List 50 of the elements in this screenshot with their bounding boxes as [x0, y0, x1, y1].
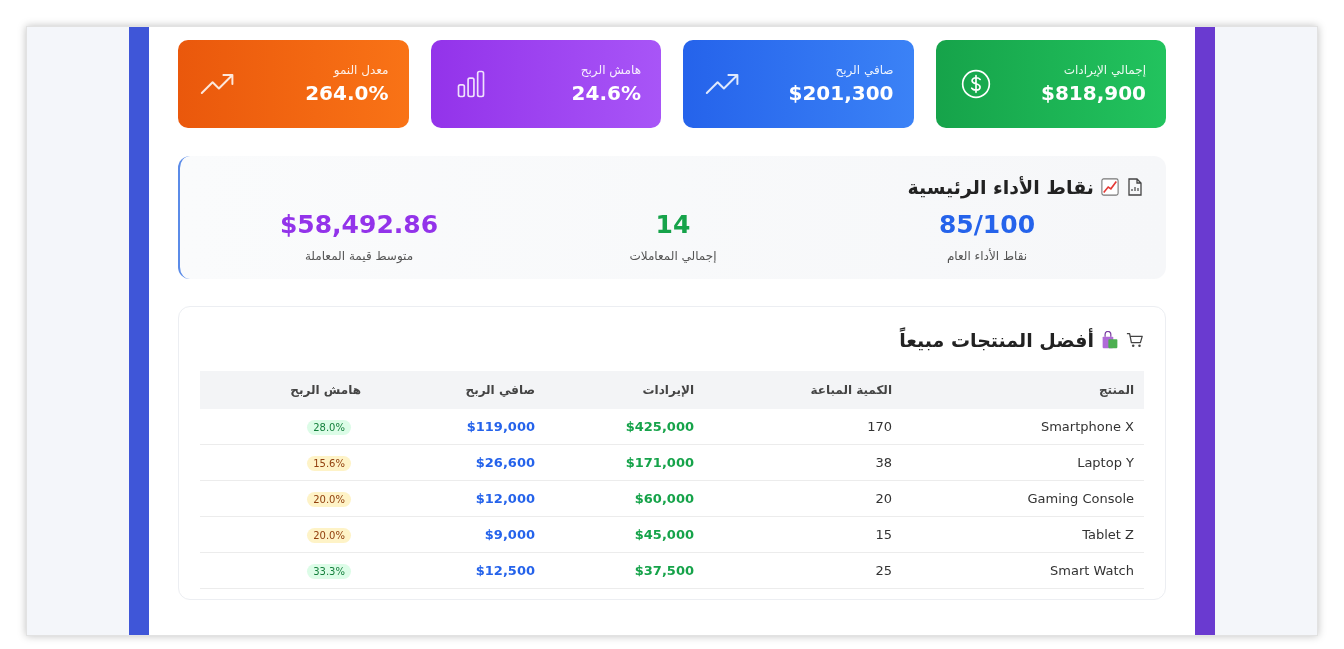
metric-label: نقاط الأداء العام	[946, 249, 1028, 263]
table-cell: 38	[704, 444, 902, 481]
stat-value: 264.0%	[305, 81, 389, 105]
column-header: المنتج	[902, 371, 1144, 409]
column-header: صافي الربح	[371, 371, 545, 409]
table-cell: 170	[704, 409, 902, 445]
metric-value: 14	[655, 210, 691, 239]
chart-increasing-icon	[1101, 178, 1119, 196]
table-cell: $425,000	[545, 409, 704, 445]
table-cell: Gaming Console	[902, 480, 1144, 517]
table-cell: $26,600	[371, 444, 545, 481]
metric-value: 85/100	[938, 210, 1036, 239]
table-cell: $119,000	[371, 409, 545, 445]
margin-badge: 33.3%	[307, 564, 351, 579]
table-cell: Laptop Y	[902, 444, 1144, 481]
table-cell: $37,500	[545, 552, 704, 589]
column-header: هامش الربح	[200, 371, 371, 409]
panel-title: نقاط الأداء الرئيسية	[907, 176, 1094, 198]
margin-badge: 15.6%	[307, 456, 351, 471]
table-cell: $9,000	[371, 516, 545, 553]
table-cell: 20	[704, 480, 902, 517]
shopping-bags-icon	[1101, 331, 1119, 349]
margin-badge: 28.0%	[307, 420, 351, 435]
table-cell: Smart Watch	[902, 552, 1144, 589]
cart-icon	[1126, 331, 1144, 349]
table-cell: 25	[704, 552, 902, 589]
table-cell: $171,000	[545, 444, 704, 481]
table-cell: $60,000	[545, 480, 704, 517]
margin-badge: 20.0%	[307, 528, 351, 543]
table-cell: $12,000	[371, 480, 545, 517]
column-header: الكمية المباعة	[704, 371, 902, 409]
stat-value: $818,900	[1041, 81, 1146, 105]
table-cell: 15	[704, 516, 902, 553]
stat-label: إجمالي الإيرادات	[1063, 63, 1146, 77]
stat-label: هامش الربح	[580, 63, 641, 77]
metric-label: متوسط قيمة المعاملة	[304, 249, 414, 263]
metric-label: إجمالي المعاملات	[629, 249, 717, 263]
table-cell: Smartphone X	[902, 409, 1144, 445]
stat-label: صافي الربح	[835, 63, 894, 77]
table-cell: $12,500	[371, 552, 545, 589]
table-cell: Tablet Z	[902, 516, 1144, 553]
document-icon	[1126, 178, 1144, 196]
card-title: أفضل المنتجات مبيعاً	[899, 329, 1094, 351]
stat-label: معدل النمو	[333, 63, 389, 77]
table-cell: $45,000	[545, 516, 704, 553]
stat-value: 24.6%	[571, 81, 641, 105]
stat-value: $201,300	[788, 81, 894, 105]
margin-badge: 20.0%	[307, 492, 351, 507]
metric-value: $58,492.86	[279, 210, 439, 239]
column-header: الإيرادات	[545, 371, 704, 409]
